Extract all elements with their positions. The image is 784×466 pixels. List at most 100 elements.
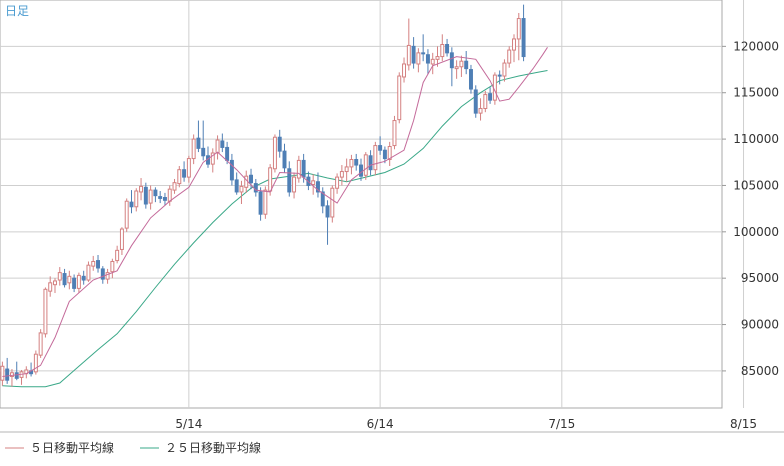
candle-body-down [72, 277, 77, 289]
y-tick-label: 105000 [733, 178, 779, 192]
candle-body-up [272, 136, 277, 170]
candle-body-down [81, 275, 86, 281]
candle-body-down [521, 18, 526, 58]
candle-body-up [459, 60, 464, 68]
candle-body-up [76, 274, 81, 289]
x-tick-label: 6/14 [367, 417, 394, 431]
candle-body-down [14, 372, 19, 379]
candle-body-down [143, 186, 148, 205]
candle-body-down [325, 205, 330, 218]
candle-body-up [440, 44, 445, 58]
candle-body-up [167, 188, 172, 202]
candle-body-down [382, 149, 387, 160]
candle-body-down [368, 155, 373, 171]
candle-body-up [268, 167, 273, 192]
candle-body-up [435, 56, 440, 60]
candle-body-up [148, 189, 153, 204]
candle-body-down [5, 368, 10, 381]
candle-body-up [263, 189, 268, 215]
legend-ma5-label: ５日移動平均線 [30, 440, 114, 455]
candle-body-down [96, 260, 101, 269]
candle-body-up [416, 52, 421, 65]
candle-body-up [483, 94, 488, 109]
candle-body-up [177, 169, 182, 185]
candle-body-up [119, 228, 124, 250]
y-tick-label: 90000 [741, 318, 779, 332]
candle-body-down [229, 159, 234, 181]
candle-body-down [182, 169, 187, 178]
candle-body-down [301, 159, 306, 178]
candle-body-up [239, 185, 244, 193]
candle-body-down [411, 45, 416, 64]
candle-body-up [0, 365, 5, 381]
candle-body-up [38, 332, 43, 356]
candle-body-down [473, 89, 478, 114]
chart-canvas: 85000 90000 95000 100000 105000 110000 115000 1… [0, 0, 784, 455]
candle-body-down [425, 54, 430, 64]
candle-body-down [220, 140, 225, 148]
candle-body-down [354, 158, 359, 166]
candle-body-up [215, 139, 220, 154]
candle-body-up [53, 280, 57, 286]
candle-body-up [292, 176, 297, 193]
candle-body-down [287, 168, 292, 193]
candle-body-up [110, 260, 115, 273]
candle-body-down [249, 174, 254, 184]
candle-body-down [445, 44, 450, 54]
candle-body-up [454, 66, 459, 70]
x-tick-label: 5/14 [175, 417, 202, 431]
stock-chart: 85000 90000 95000 100000 105000 110000 115000 1… [0, 0, 784, 462]
candle-body-up [349, 158, 354, 168]
y-tick-label: 110000 [733, 132, 779, 146]
plot-area [0, 0, 723, 409]
candle-body-down [468, 69, 473, 90]
candle-body-down [153, 189, 158, 197]
candle-body-down [158, 196, 163, 199]
candle-body-up [244, 175, 249, 188]
candle-body-up [191, 138, 196, 160]
candle-body-up [339, 171, 344, 178]
candle-body-down [258, 191, 263, 215]
candle-body-up [48, 282, 53, 292]
candle-body-up [478, 107, 483, 114]
candle-body-up [139, 185, 144, 193]
candle-body-up [115, 249, 120, 262]
candle-body-down [421, 52, 426, 55]
y-tick-label: 115000 [733, 86, 779, 100]
y-tick-label: 95000 [741, 271, 779, 285]
candle-body-down [62, 273, 67, 286]
legend-ma25-label: ２５日移動平均線 [165, 440, 261, 455]
candle-body-down [449, 52, 454, 69]
candle-body-up [512, 38, 516, 51]
y-tick-label: 100000 [733, 225, 779, 239]
candle-body-down [488, 93, 493, 101]
candle-body-up [516, 18, 521, 40]
candle-body-up [397, 75, 402, 121]
candle-body-up [392, 120, 397, 147]
candle-body-down [129, 201, 134, 208]
candle-body-down [282, 150, 287, 169]
candle-body-down [497, 74, 502, 77]
y-axis-tick-labels: 85000 90000 95000 100000 105000 110000 115000 1… [722, 39, 779, 378]
candle-body-up [43, 288, 48, 335]
candle-body-down [234, 179, 239, 193]
candle-body-up [502, 62, 507, 77]
candle-body-up [57, 272, 62, 281]
candle-body-up [311, 180, 316, 186]
candle-body-up [402, 63, 407, 78]
legend: ５日移動平均線 ２５日移動平均線 [5, 440, 261, 455]
x-tick-label: 7/15 [548, 417, 575, 431]
candle-body-down [378, 145, 383, 151]
candle-body-up [335, 176, 340, 189]
x-tick-label: 8/15 [730, 417, 757, 431]
candle-body-down [277, 136, 282, 152]
candle-body-up [86, 264, 91, 281]
candle-body-up [507, 49, 512, 64]
candle-body-up [363, 154, 368, 176]
candle-body-up [296, 159, 301, 179]
candle-body-up [134, 190, 139, 208]
candle-body-down [201, 147, 206, 157]
candle-body-up [91, 260, 96, 267]
candle-body-up [406, 44, 411, 66]
candle-body-up [124, 200, 129, 229]
